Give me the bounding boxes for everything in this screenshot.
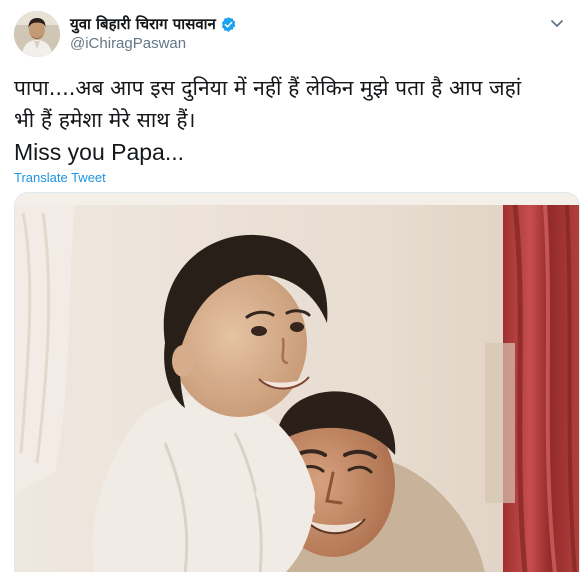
tweet-text-line: भी हैं हमेशा मेरे साथ हैं। xyxy=(14,108,196,132)
tweet-text-line: पापा....अब आप इस दुनिया में नहीं हैं लेक… xyxy=(14,76,522,100)
tweet-text: पापा....अब आप इस दुनिया में नहीं हैं लेक… xyxy=(14,72,580,168)
tweet-text-line: Miss you Papa... xyxy=(14,139,185,165)
verified-badge-icon xyxy=(220,16,237,33)
chevron-down-icon[interactable] xyxy=(548,14,566,32)
author-avatar[interactable] xyxy=(14,11,60,57)
tweet-header: युवा बिहारी चिराग पासवान @iChiragPaswan xyxy=(14,10,237,58)
author-display-name[interactable]: युवा बिहारी चिराग पासवान xyxy=(70,15,216,33)
avatar-photo xyxy=(14,11,60,57)
tweet-card: युवा बिहारी चिराग पासवान @iChiragPaswan … xyxy=(0,0,580,572)
father-son-photo xyxy=(15,193,579,572)
translate-tweet-link[interactable]: Translate Tweet xyxy=(14,170,106,185)
author-handle[interactable]: @iChiragPaswan xyxy=(70,35,237,53)
author-name-row: युवा बिहारी चिराग पासवान xyxy=(70,15,237,33)
author-names: युवा बिहारी चिराग पासवान @iChiragPaswan xyxy=(70,15,237,53)
tweet-media-photo[interactable] xyxy=(14,192,580,572)
